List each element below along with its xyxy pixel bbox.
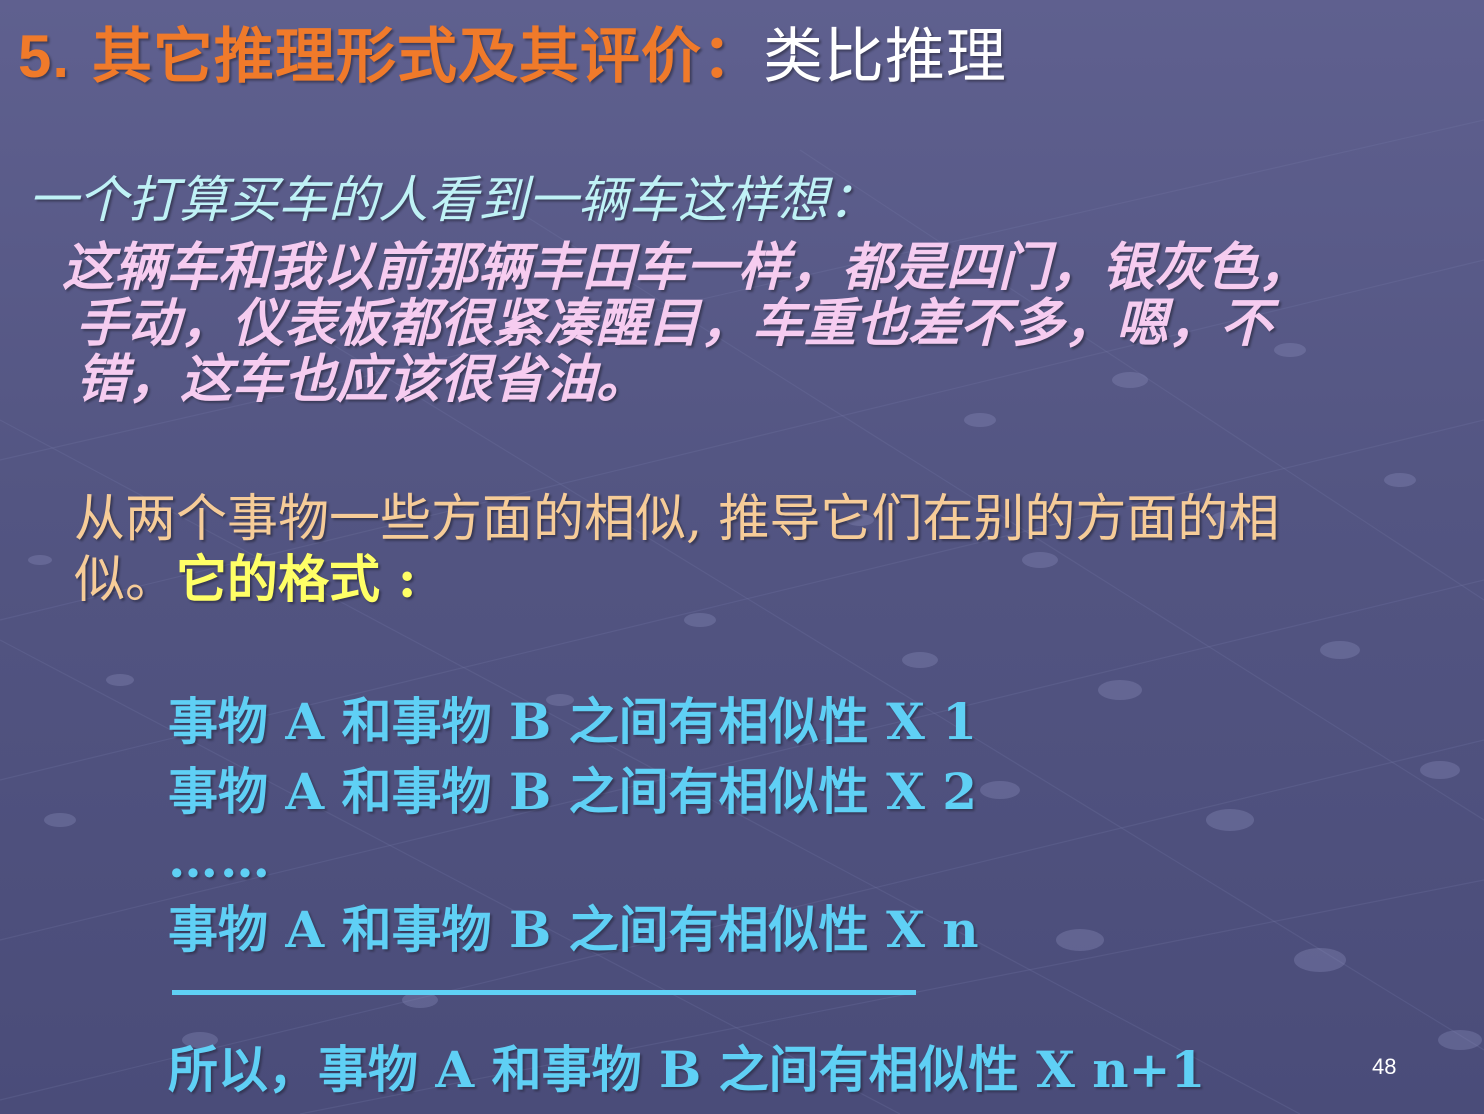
title-number: 5. xyxy=(18,23,71,90)
scenario-quote: 这辆车和我以前那辆丰田车一样，都是四门，银灰色， 手动，仪表板都很紧凑醒目，车重… xyxy=(62,240,1452,408)
format-premise-2: 事物 A 和事物 B 之间有相似性 X 2 xyxy=(168,762,978,821)
scenario-intro: 一个打算买车的人看到一辆车这样想： xyxy=(28,171,878,229)
definition-line-2-start: 似。 xyxy=(74,551,177,610)
conclusion-divider-line xyxy=(172,990,916,995)
format-heading: 它的格式 : xyxy=(176,550,417,610)
definition-line-2: 似。它的格式 : xyxy=(74,550,1279,611)
format-premise-n: 事物 A 和事物 B 之间有相似性 X n xyxy=(168,900,979,959)
scenario-quote-line-1: 这辆车和我以前那辆丰田车一样，都是四门，银灰色， xyxy=(62,238,1311,298)
scenario-quote-line-3: 错，这车也应该很省油。 xyxy=(76,350,649,410)
scenario-quote-line-2: 手动，仪表板都很紧凑醒目，车重也差不多，嗯，不 xyxy=(76,294,1273,354)
title-subtitle: 类比推理 xyxy=(762,22,1007,92)
format-conclusion: 所以，事物 A 和事物 B 之间有相似性 X n+1 xyxy=(168,1040,1206,1099)
analogy-definition: 从两个事物一些方面的相似, 推导它们在别的方面的相 似。它的格式 : xyxy=(74,490,1279,611)
page-number: 48 xyxy=(1372,1054,1397,1079)
format-premise-1: 事物 A 和事物 B 之间有相似性 X 1 xyxy=(168,692,978,751)
definition-line-1: 从两个事物一些方面的相似, 推导它们在别的方面的相 xyxy=(74,490,1280,549)
slide-title: 5. 其它推理形式及其评价：类比推理 xyxy=(18,20,1007,94)
slide: 5. 其它推理形式及其评价：类比推理 一个打算买车的人看到一辆车这样想： 这辆车… xyxy=(0,0,1484,1114)
title-main-text: 其它推理形式及其评价： xyxy=(91,22,763,92)
format-ellipsis: …… xyxy=(168,830,272,889)
